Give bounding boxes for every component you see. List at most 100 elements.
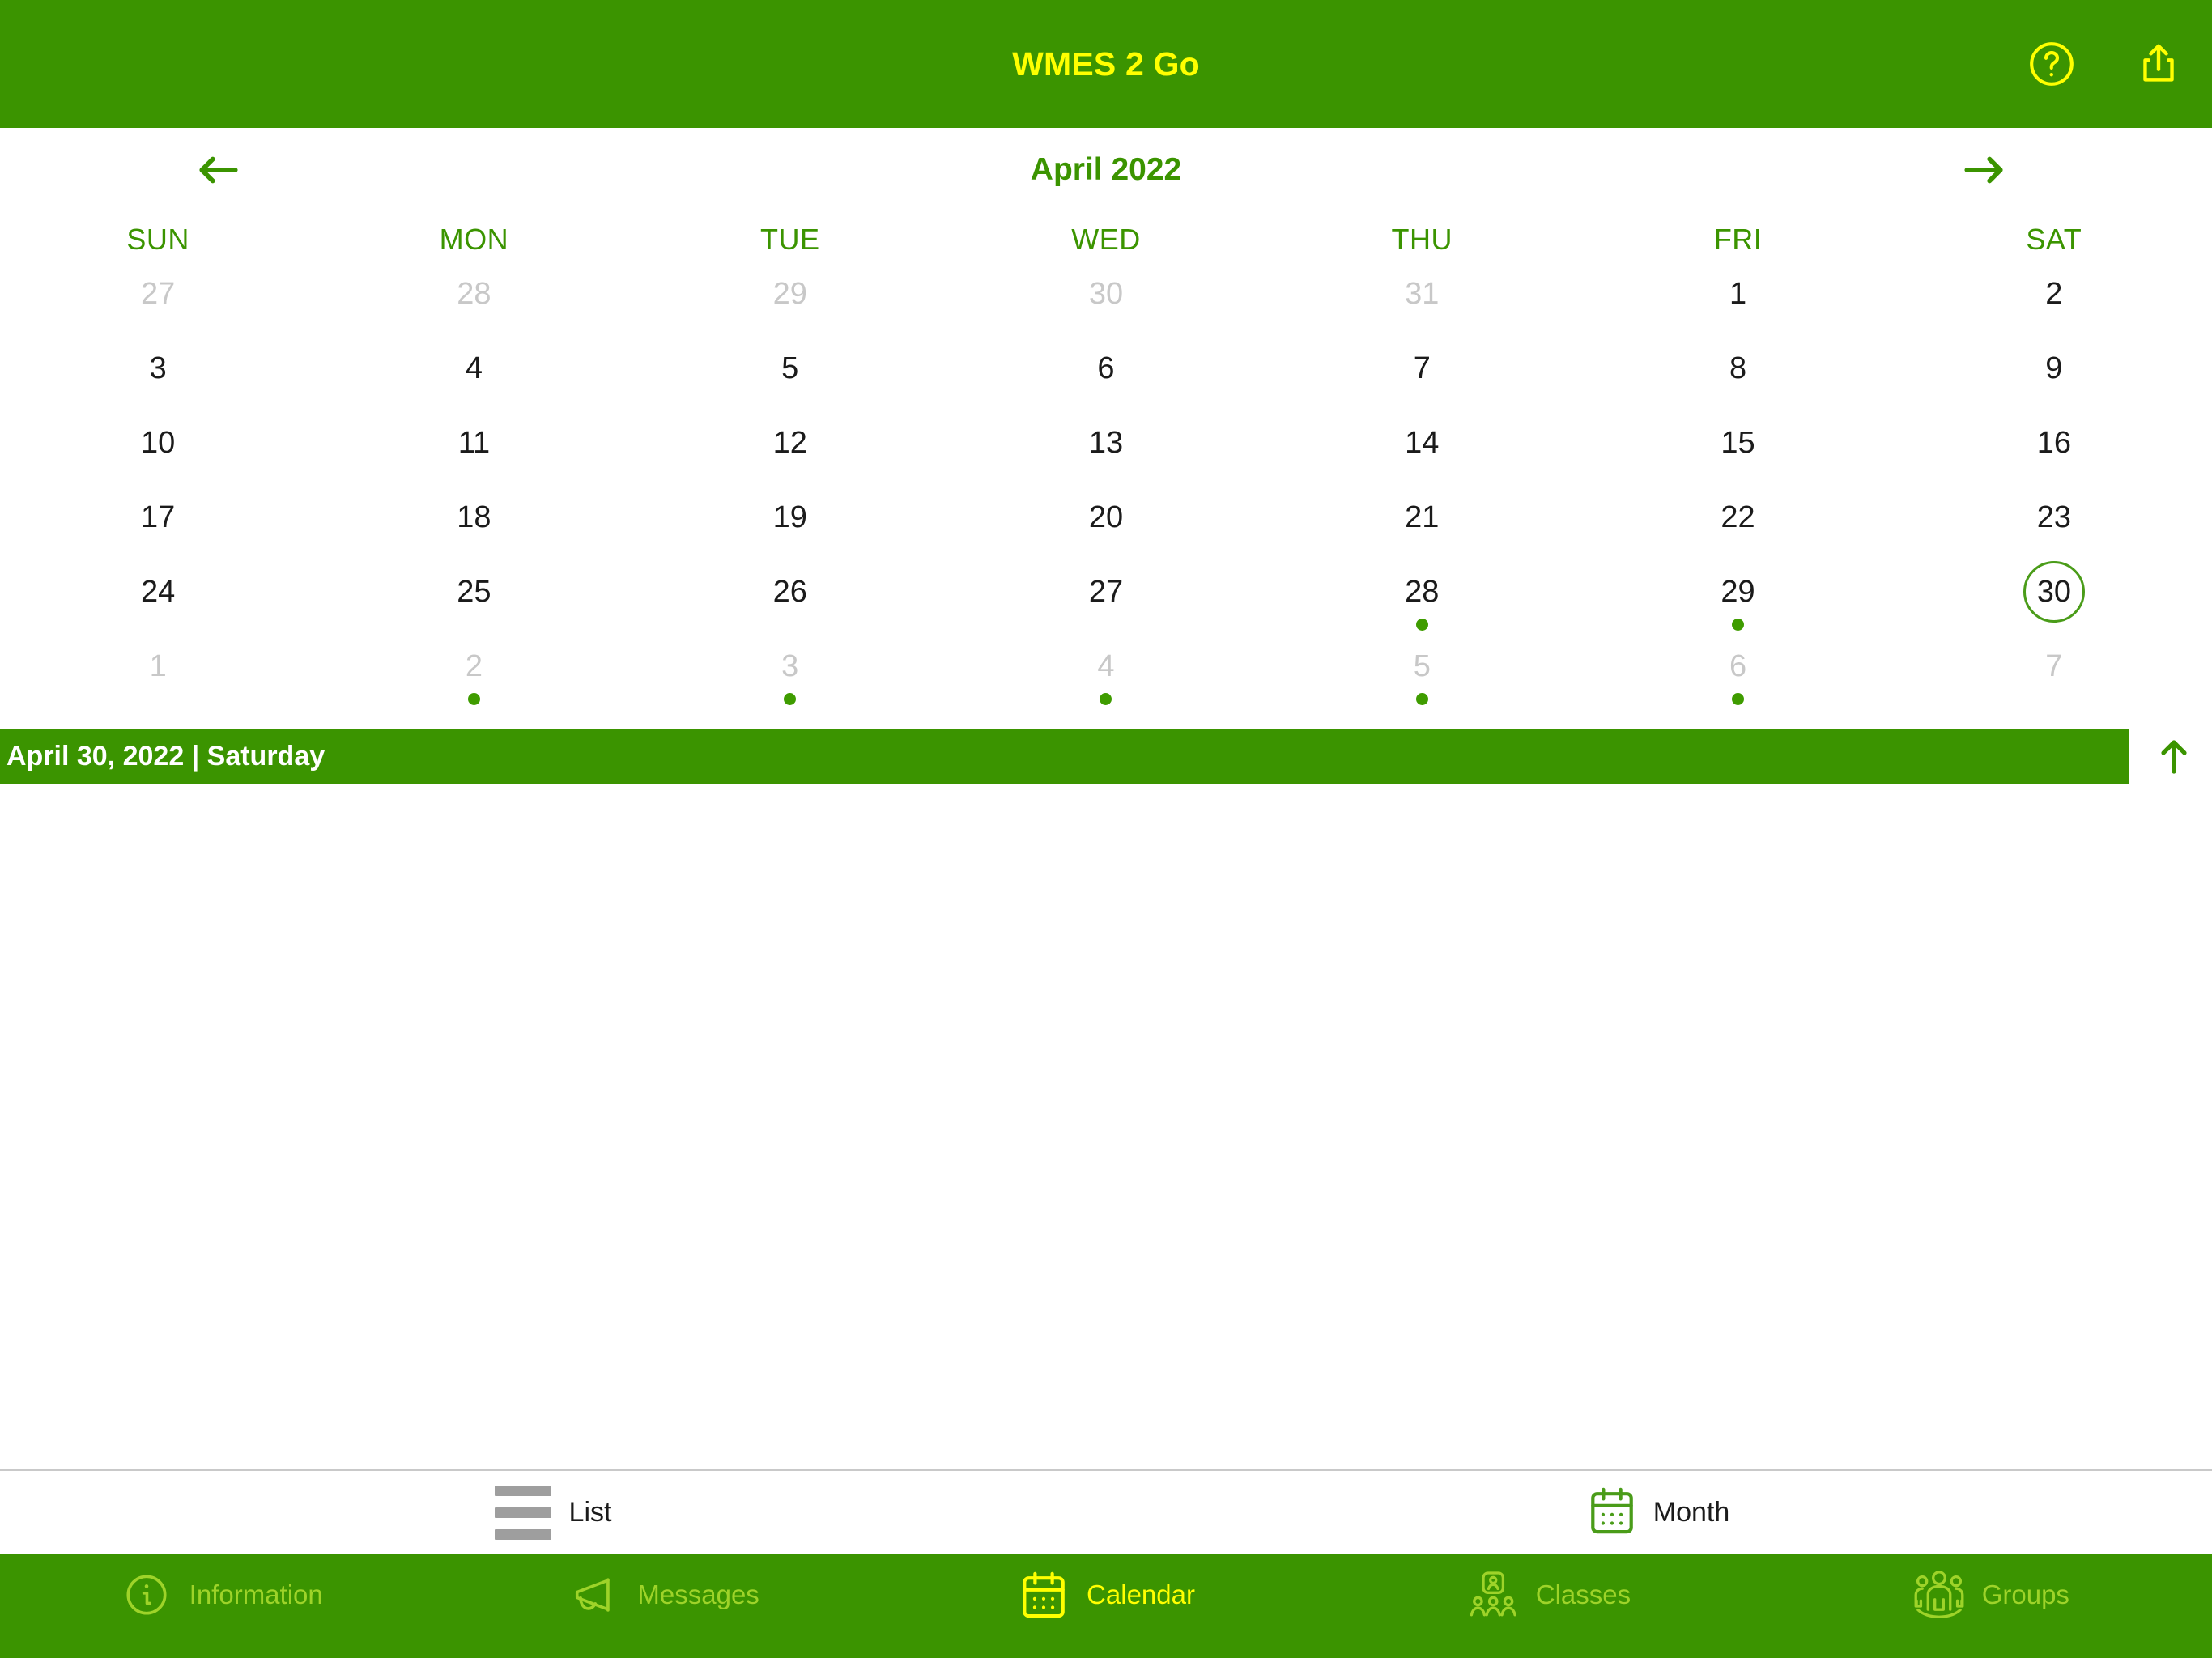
calendar-day-number: 1: [1729, 277, 1747, 311]
calendar-day-number: 5: [1413, 649, 1431, 683]
classes-icon: [1466, 1568, 1520, 1622]
calendar-day-number: 30: [1088, 277, 1124, 311]
calendar-day-cell[interactable]: 22: [1580, 495, 1895, 570]
calendar-event-dot: [1732, 693, 1745, 705]
calendar-day-cell[interactable]: 21: [1264, 495, 1580, 570]
calendar-event-dot: [467, 693, 480, 705]
calendar-day-cell[interactable]: 16: [1896, 421, 2212, 495]
calendar-day-cell[interactable]: 26: [632, 570, 948, 644]
calendar-day-number: 25: [457, 575, 491, 609]
calendar-event-dot: [1732, 619, 1745, 631]
calendar-day-number: 11: [457, 426, 491, 460]
calendar-day-cell[interactable]: 4: [316, 346, 632, 421]
calendar-day-cell[interactable]: 14: [1264, 421, 1580, 495]
calendar-day-cell[interactable]: 11: [316, 421, 632, 495]
tab-calendar[interactable]: Calendar: [885, 1554, 1327, 1658]
calendar-day-cell[interactable]: 5: [632, 346, 948, 421]
calendar-day-cell[interactable]: 17: [0, 495, 316, 570]
calendar-day-number: 3: [781, 649, 799, 683]
calendar-event-dot: [784, 693, 797, 705]
calendar-day-cell[interactable]: 19: [632, 495, 948, 570]
view-switch-month[interactable]: Month: [1106, 1471, 2212, 1554]
weekday-label-fri: FRI: [1713, 223, 1763, 256]
calendar-day-cell[interactable]: 13: [948, 421, 1264, 495]
calendar-day-cell[interactable]: 7: [1896, 644, 2212, 719]
calendar-day-number: 17: [141, 500, 176, 534]
calendar-day-number: 6: [1097, 351, 1115, 385]
selected-date-label: April 30, 2022 | Saturday: [6, 740, 325, 772]
calendar-day-cell[interactable]: 4: [948, 644, 1264, 719]
weekday-label-sun: SUN: [126, 223, 189, 256]
tab-messages[interactable]: Messages: [442, 1554, 884, 1658]
share-icon[interactable]: [2129, 35, 2188, 93]
calendar-day-cell[interactable]: 7: [1264, 346, 1580, 421]
calendar-day-number: 28: [457, 277, 491, 311]
weekday-label-wed: WED: [1071, 223, 1141, 256]
calendar-day-cell[interactable]: 24: [0, 570, 316, 644]
calendar-day-cell[interactable]: 31: [1264, 272, 1580, 346]
calendar-day-cell[interactable]: 15: [1580, 421, 1895, 495]
calendar-day-number: 4: [465, 351, 483, 385]
calendar-day-cell[interactable]: 3: [632, 644, 948, 719]
calendar-day-cell[interactable]: 28: [316, 272, 632, 346]
arrow-right-icon[interactable]: [1943, 138, 2024, 202]
calendar-day-cell[interactable]: 29: [632, 272, 948, 346]
calendar-day-cell[interactable]: 2: [1896, 272, 2212, 346]
calendar-event-dot: [1100, 693, 1112, 705]
calendar-day-cell[interactable]: 6: [948, 346, 1264, 421]
calendar-day-number: 29: [772, 277, 807, 311]
calendar-day-cell[interactable]: 23: [1896, 495, 2212, 570]
calendar-day-number: 29: [1721, 575, 1755, 609]
calendar-day-cell[interactable]: 20: [948, 495, 1264, 570]
calendar-day-cell[interactable]: 28: [1264, 570, 1580, 644]
calendar-day-cell[interactable]: 29: [1580, 570, 1895, 644]
question-circle-icon[interactable]: [2023, 35, 2081, 93]
calendar-day-cell[interactable]: 12: [632, 421, 948, 495]
arrow-up-icon[interactable]: [2150, 733, 2198, 781]
selected-date-bar[interactable]: April 30, 2022 | Saturday: [0, 729, 2129, 784]
calendar-day-cell[interactable]: 27: [0, 272, 316, 346]
calendar-day-cell[interactable]: 18: [316, 495, 632, 570]
tab-information[interactable]: Information: [0, 1554, 442, 1658]
calendar-day-cell[interactable]: 27: [948, 570, 1264, 644]
calendar-day-number: 2: [2045, 277, 2063, 311]
calendar-icon: [1589, 1486, 1636, 1540]
calendar-day-number: 4: [1097, 649, 1115, 683]
calendar-day-cell[interactable]: 1: [0, 644, 316, 719]
event-list-area: [0, 784, 2212, 1469]
app-header: WMES 2 Go: [0, 0, 2212, 128]
calendar-event-dot: [1415, 619, 1428, 631]
view-switch-list[interactable]: List: [0, 1471, 1106, 1554]
calendar-day-number: 18: [457, 500, 491, 534]
view-switch-month-label: Month: [1653, 1497, 1730, 1528]
calendar-day-cell[interactable]: 30: [1896, 561, 2212, 644]
calendar-day-number: 12: [772, 426, 807, 460]
calendar-day-cell[interactable]: 9: [1896, 346, 2212, 421]
tab-messages-label: Messages: [637, 1579, 759, 1609]
calendar-day-number: 16: [2036, 426, 2071, 460]
calendar-day-number: 20: [1088, 500, 1124, 534]
calendar-day-number: 19: [772, 500, 807, 534]
calendar-day-cell[interactable]: 8: [1580, 346, 1895, 421]
calendar-day-cell[interactable]: 25: [316, 570, 632, 644]
groups-icon: [1912, 1568, 1966, 1622]
calendar-day-cell[interactable]: 30: [948, 272, 1264, 346]
calendar-day-cell[interactable]: 10: [0, 421, 316, 495]
calendar-day-cell[interactable]: 6: [1580, 644, 1895, 719]
calendar-day-number: 26: [772, 575, 807, 609]
calendar-day-number: 3: [149, 351, 167, 385]
calendar-day-cell[interactable]: 1: [1580, 272, 1895, 346]
tab-classes[interactable]: Classes: [1327, 1554, 1769, 1658]
weekday-label-sat: SAT: [2026, 223, 2082, 256]
weekday-label-tue: TUE: [759, 223, 820, 256]
tab-classes-label: Classes: [1535, 1579, 1631, 1609]
tab-groups[interactable]: Groups: [1770, 1554, 2212, 1658]
calendar-day-number: 7: [2045, 649, 2063, 683]
calendar-day-cell[interactable]: 5: [1264, 644, 1580, 719]
calendar-day-number: 13: [1088, 426, 1124, 460]
calendar-day-cell[interactable]: 3: [0, 346, 316, 421]
view-switch-list-label: List: [568, 1497, 612, 1528]
calendar-day-cell[interactable]: 2: [316, 644, 632, 719]
calendar-day-number: 6: [1729, 649, 1747, 683]
calendar-day-number: 5: [781, 351, 799, 385]
